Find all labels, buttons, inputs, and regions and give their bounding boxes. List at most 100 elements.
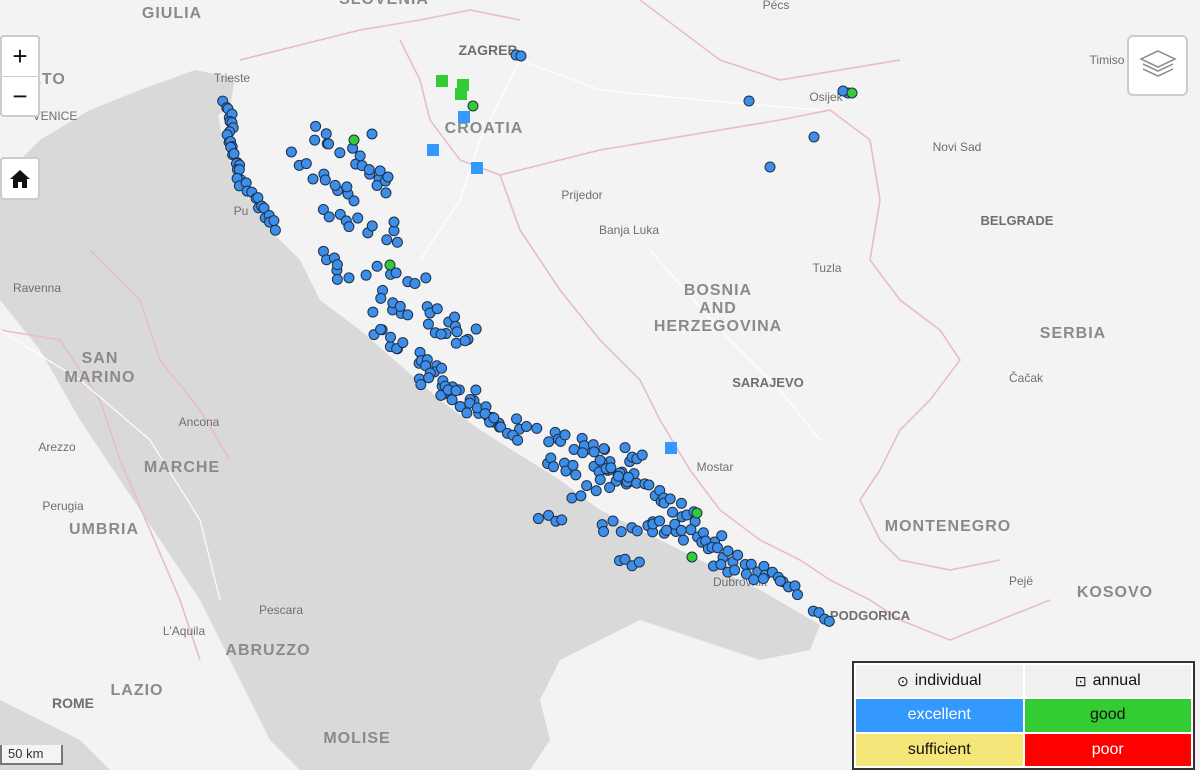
individual-site-marker[interactable] xyxy=(520,420,532,432)
individual-site-marker[interactable] xyxy=(590,485,602,497)
zoom-out-button[interactable]: − xyxy=(2,76,38,116)
zoom-in-button[interactable]: + xyxy=(2,37,38,76)
individual-site-marker[interactable] xyxy=(607,515,619,527)
individual-site-marker[interactable] xyxy=(323,138,335,150)
individual-site-marker[interactable] xyxy=(532,513,544,525)
individual-site-marker[interactable] xyxy=(409,277,421,289)
individual-site-marker[interactable] xyxy=(598,443,610,455)
individual-site-marker[interactable] xyxy=(320,128,332,140)
individual-site-marker[interactable] xyxy=(423,372,435,384)
individual-site-marker[interactable] xyxy=(381,234,393,246)
individual-site-marker[interactable] xyxy=(612,470,624,482)
individual-site-marker[interactable] xyxy=(757,573,769,585)
annual-site-marker[interactable] xyxy=(665,442,677,454)
individual-site-marker[interactable] xyxy=(360,269,372,281)
individual-site-marker[interactable] xyxy=(329,179,341,191)
individual-site-marker[interactable] xyxy=(449,311,461,323)
individual-site-marker[interactable] xyxy=(420,272,432,284)
individual-site-marker[interactable] xyxy=(488,412,500,424)
individual-site-marker[interactable] xyxy=(654,515,666,527)
individual-site-marker[interactable] xyxy=(691,507,703,519)
individual-site-marker[interactable] xyxy=(470,323,482,335)
individual-site-marker[interactable] xyxy=(371,260,383,272)
individual-site-marker[interactable] xyxy=(323,211,335,223)
annual-site-marker[interactable] xyxy=(427,144,439,156)
individual-site-marker[interactable] xyxy=(375,323,387,335)
individual-site-marker[interactable] xyxy=(385,331,397,343)
individual-site-marker[interactable] xyxy=(604,482,616,494)
individual-site-marker[interactable] xyxy=(559,429,571,441)
individual-site-marker[interactable] xyxy=(384,259,396,271)
individual-site-marker[interactable] xyxy=(397,337,409,349)
individual-site-marker[interactable] xyxy=(341,181,353,193)
individual-site-marker[interactable] xyxy=(380,187,392,199)
individual-site-marker[interactable] xyxy=(664,493,676,505)
individual-site-marker[interactable] xyxy=(402,309,414,321)
annual-site-marker[interactable] xyxy=(436,75,448,87)
annual-site-marker[interactable] xyxy=(458,111,470,123)
individual-site-marker[interactable] xyxy=(748,574,760,586)
individual-site-marker[interactable] xyxy=(581,480,593,492)
individual-site-marker[interactable] xyxy=(511,413,523,425)
individual-site-marker[interactable] xyxy=(451,326,463,338)
individual-site-marker[interactable] xyxy=(331,273,343,285)
individual-site-marker[interactable] xyxy=(331,259,343,271)
individual-site-marker[interactable] xyxy=(285,146,297,158)
individual-site-marker[interactable] xyxy=(269,224,281,236)
individual-site-marker[interactable] xyxy=(764,161,776,173)
individual-site-marker[interactable] xyxy=(615,526,627,538)
individual-site-marker[interactable] xyxy=(431,303,443,315)
individual-site-marker[interactable] xyxy=(577,447,589,459)
individual-site-marker[interactable] xyxy=(594,474,606,486)
individual-site-marker[interactable] xyxy=(352,212,364,224)
map-canvas[interactable]: SLOVENIA CROATIA BOSNIA AND HERZEGOVINA … xyxy=(0,0,1200,770)
individual-site-marker[interactable] xyxy=(567,459,579,471)
individual-site-marker[interactable] xyxy=(367,306,379,318)
individual-site-marker[interactable] xyxy=(677,534,689,546)
individual-site-marker[interactable] xyxy=(808,131,820,143)
individual-site-marker[interactable] xyxy=(394,300,406,312)
individual-site-marker[interactable] xyxy=(366,128,378,140)
home-button[interactable] xyxy=(0,157,40,200)
individual-site-marker[interactable] xyxy=(732,549,744,561)
individual-site-marker[interactable] xyxy=(307,173,319,185)
individual-site-marker[interactable] xyxy=(675,497,687,509)
individual-site-marker[interactable] xyxy=(548,461,560,473)
individual-site-marker[interactable] xyxy=(436,362,448,374)
individual-site-marker[interactable] xyxy=(575,490,587,502)
individual-site-marker[interactable] xyxy=(391,236,403,248)
individual-site-marker[interactable] xyxy=(450,385,462,397)
individual-site-marker[interactable] xyxy=(467,100,479,112)
individual-site-marker[interactable] xyxy=(729,564,741,576)
individual-site-marker[interactable] xyxy=(543,436,555,448)
individual-site-marker[interactable] xyxy=(470,384,482,396)
individual-site-marker[interactable] xyxy=(633,556,645,568)
individual-site-marker[interactable] xyxy=(643,479,655,491)
individual-site-marker[interactable] xyxy=(348,134,360,146)
individual-site-marker[interactable] xyxy=(743,95,755,107)
layers-button[interactable] xyxy=(1127,35,1188,96)
individual-site-marker[interactable] xyxy=(722,545,734,557)
individual-site-marker[interactable] xyxy=(619,442,631,454)
individual-site-marker[interactable] xyxy=(605,462,617,474)
individual-site-marker[interactable] xyxy=(319,174,331,186)
individual-site-marker[interactable] xyxy=(459,335,471,347)
annual-site-marker[interactable] xyxy=(471,162,483,174)
individual-site-marker[interactable] xyxy=(343,221,355,233)
individual-site-marker[interactable] xyxy=(300,158,312,170)
individual-site-marker[interactable] xyxy=(309,134,321,146)
individual-site-marker[interactable] xyxy=(461,407,473,419)
individual-site-marker[interactable] xyxy=(556,514,568,526)
annual-site-marker[interactable] xyxy=(455,88,467,100)
individual-site-marker[interactable] xyxy=(791,589,803,601)
individual-site-marker[interactable] xyxy=(363,164,375,176)
individual-site-marker[interactable] xyxy=(268,215,280,227)
individual-site-marker[interactable] xyxy=(636,449,648,461)
individual-site-marker[interactable] xyxy=(343,272,355,284)
individual-site-marker[interactable] xyxy=(435,328,447,340)
individual-site-marker[interactable] xyxy=(531,422,543,434)
individual-site-marker[interactable] xyxy=(716,530,728,542)
individual-site-marker[interactable] xyxy=(675,524,687,536)
individual-site-marker[interactable] xyxy=(686,551,698,563)
individual-site-marker[interactable] xyxy=(598,526,610,538)
